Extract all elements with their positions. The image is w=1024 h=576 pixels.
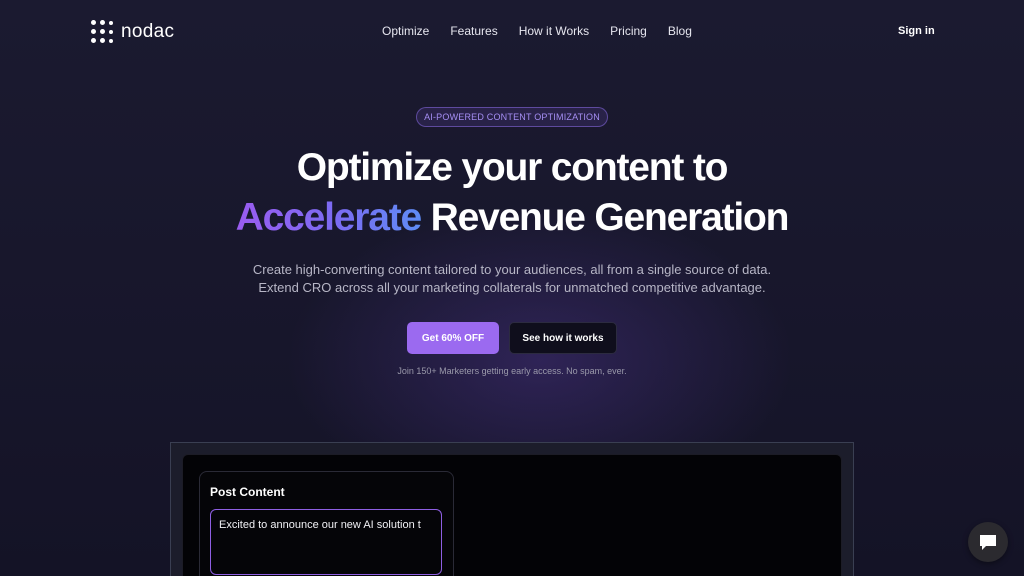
hero-badge: AI-POWERED CONTENT OPTIMIZATION: [416, 107, 608, 127]
main-nav: Optimize Features How it Works Pricing B…: [382, 24, 692, 38]
hero-title-line2-rest: Revenue Generation: [420, 196, 790, 239]
top-nav: nodac Optimize Features How it Works Pri…: [0, 0, 1024, 64]
brand-name: nodac: [121, 21, 175, 42]
nav-link-features[interactable]: Features: [450, 24, 497, 38]
hero-title-accent: Accelerate: [235, 196, 423, 239]
brand-logo[interactable]: nodac: [91, 20, 174, 44]
get-discount-button[interactable]: Get 60% OFF: [407, 322, 499, 354]
nav-link-blog[interactable]: Blog: [668, 24, 692, 38]
chat-bubble-icon: [980, 535, 996, 550]
dot-grid-icon: [91, 20, 115, 44]
hero-title-line2: Accelerate Revenue Generation: [0, 196, 1024, 240]
nav-link-pricing[interactable]: Pricing: [610, 24, 647, 38]
post-content-input[interactable]: Excited to announce our new AI solution …: [210, 509, 442, 575]
hero-subtitle-line2: Extend CRO across all your marketing col…: [258, 280, 766, 295]
hero-subtitle-line1: Create high-converting content tailored …: [252, 262, 772, 277]
early-access-note: Join 150+ Marketers getting early access…: [397, 366, 627, 376]
see-how-it-works-button[interactable]: See how it works: [509, 322, 617, 354]
hero-title-line1: Optimize your content to: [296, 146, 729, 189]
nav-link-optimize[interactable]: Optimize: [382, 24, 429, 38]
nav-link-how-it-works[interactable]: How it Works: [519, 24, 589, 38]
chat-launcher-button[interactable]: [968, 522, 1008, 562]
sign-in-link[interactable]: Sign in: [898, 25, 935, 37]
post-content-title: Post Content: [210, 485, 285, 499]
